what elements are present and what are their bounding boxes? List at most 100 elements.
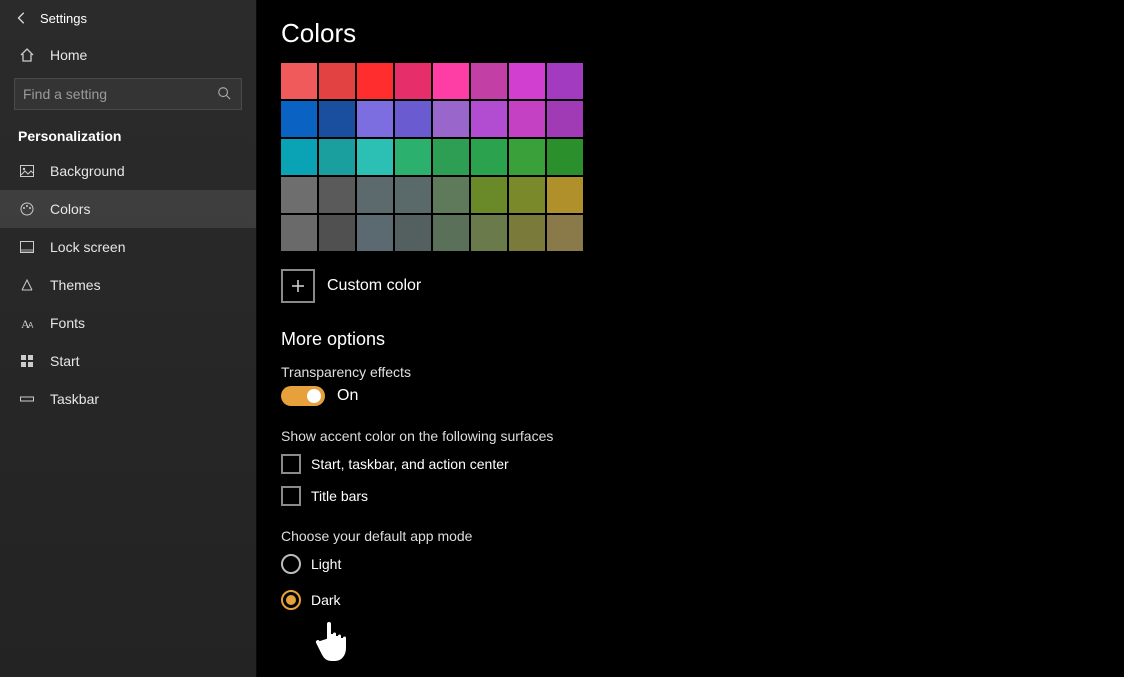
search-input[interactable] (23, 86, 217, 102)
transparency-toggle[interactable] (281, 386, 325, 406)
color-swatch[interactable] (471, 101, 507, 137)
sidebar-item-label: Colors (50, 201, 90, 217)
search-wrap (0, 74, 256, 124)
transparency-toggle-row: On (281, 386, 1124, 406)
color-swatch[interactable] (547, 139, 583, 175)
color-swatch[interactable] (281, 139, 317, 175)
checkbox-icon (281, 486, 301, 506)
color-swatch[interactable] (357, 63, 393, 99)
more-options-heading: More options (281, 329, 1124, 350)
color-swatch[interactable] (547, 177, 583, 213)
color-swatch[interactable] (509, 139, 545, 175)
checkbox-label: Title bars (311, 488, 368, 504)
sidebar-item-label: Themes (50, 277, 101, 293)
app-mode-radio-light[interactable]: Light (281, 554, 1124, 574)
sidebar-item-taskbar[interactable]: Taskbar (0, 380, 256, 418)
picture-icon (18, 162, 36, 180)
app-mode-radio-dark[interactable]: Dark (281, 590, 1124, 610)
sidebar-item-label: Lock screen (50, 239, 125, 255)
color-swatch[interactable] (509, 101, 545, 137)
color-swatch[interactable] (471, 215, 507, 251)
lock-screen-icon (18, 238, 36, 256)
color-swatch[interactable] (395, 139, 431, 175)
color-swatch[interactable] (433, 101, 469, 137)
transparency-label: Transparency effects (281, 364, 1124, 380)
color-swatch[interactable] (319, 101, 355, 137)
sidebar-item-background[interactable]: Background (0, 152, 256, 190)
color-swatch[interactable] (319, 63, 355, 99)
color-swatch[interactable] (357, 101, 393, 137)
color-swatch[interactable] (433, 63, 469, 99)
sidebar-home-label: Home (50, 47, 87, 63)
color-swatch[interactable] (395, 215, 431, 251)
taskbar-icon (18, 390, 36, 408)
sidebar-section-label: Personalization (0, 124, 256, 152)
sidebar-header: Settings (0, 4, 256, 36)
custom-color-label: Custom color (327, 277, 421, 295)
sidebar-item-fonts[interactable]: AAFonts (0, 304, 256, 342)
color-swatch[interactable] (319, 139, 355, 175)
app-mode-heading: Choose your default app mode (281, 528, 1124, 544)
swatch-row (281, 139, 1124, 175)
color-swatch[interactable] (433, 215, 469, 251)
radio-label: Light (311, 556, 341, 572)
checkbox-icon (281, 454, 301, 474)
color-swatch[interactable] (281, 63, 317, 99)
settings-title: Settings (40, 11, 87, 26)
search-icon (217, 86, 233, 102)
home-icon (18, 46, 36, 64)
sidebar-item-themes[interactable]: Themes (0, 266, 256, 304)
accent-checkbox-0[interactable]: Start, taskbar, and action center (281, 454, 1124, 474)
main-content: Colors Custom color More options Transpa… (256, 0, 1124, 677)
svg-text:A: A (28, 321, 34, 330)
sidebar-item-colors[interactable]: Colors (0, 190, 256, 228)
color-swatch[interactable] (281, 215, 317, 251)
swatch-row (281, 63, 1124, 99)
radio-icon (281, 590, 301, 610)
color-swatch[interactable] (547, 101, 583, 137)
sidebar-home[interactable]: Home (0, 36, 256, 74)
custom-color-row[interactable]: Custom color (281, 269, 1124, 303)
color-swatch[interactable] (471, 63, 507, 99)
color-swatch[interactable] (395, 101, 431, 137)
color-swatch[interactable] (547, 63, 583, 99)
color-swatch[interactable] (395, 177, 431, 213)
color-swatch[interactable] (509, 215, 545, 251)
radio-icon (281, 554, 301, 574)
checkbox-label: Start, taskbar, and action center (311, 456, 509, 472)
color-swatch[interactable] (357, 139, 393, 175)
color-swatch[interactable] (509, 177, 545, 213)
color-swatch-grid (281, 63, 1124, 251)
accent-surfaces-heading: Show accent color on the following surfa… (281, 428, 1124, 444)
color-swatch[interactable] (547, 215, 583, 251)
color-swatch[interactable] (357, 215, 393, 251)
search-box[interactable] (14, 78, 242, 110)
color-swatch[interactable] (509, 63, 545, 99)
color-swatch[interactable] (319, 215, 355, 251)
swatch-row (281, 215, 1124, 251)
sidebar: Settings Home Personalization Background… (0, 0, 256, 677)
accent-checkbox-1[interactable]: Title bars (281, 486, 1124, 506)
themes-icon (18, 276, 36, 294)
color-swatch[interactable] (433, 177, 469, 213)
sidebar-item-start[interactable]: Start (0, 342, 256, 380)
sidebar-item-label: Start (50, 353, 80, 369)
color-swatch[interactable] (433, 139, 469, 175)
color-swatch[interactable] (471, 177, 507, 213)
sidebar-item-label: Fonts (50, 315, 85, 331)
color-swatch[interactable] (395, 63, 431, 99)
color-swatch[interactable] (471, 139, 507, 175)
palette-icon (18, 200, 36, 218)
start-icon (18, 352, 36, 370)
color-swatch[interactable] (319, 177, 355, 213)
plus-icon[interactable] (281, 269, 315, 303)
color-swatch[interactable] (281, 101, 317, 137)
color-swatch[interactable] (281, 177, 317, 213)
radio-label: Dark (311, 592, 341, 608)
back-arrow-icon[interactable] (14, 10, 30, 26)
sidebar-item-lock-screen[interactable]: Lock screen (0, 228, 256, 266)
sidebar-item-label: Taskbar (50, 391, 99, 407)
transparency-state: On (337, 387, 358, 405)
swatch-row (281, 101, 1124, 137)
color-swatch[interactable] (357, 177, 393, 213)
